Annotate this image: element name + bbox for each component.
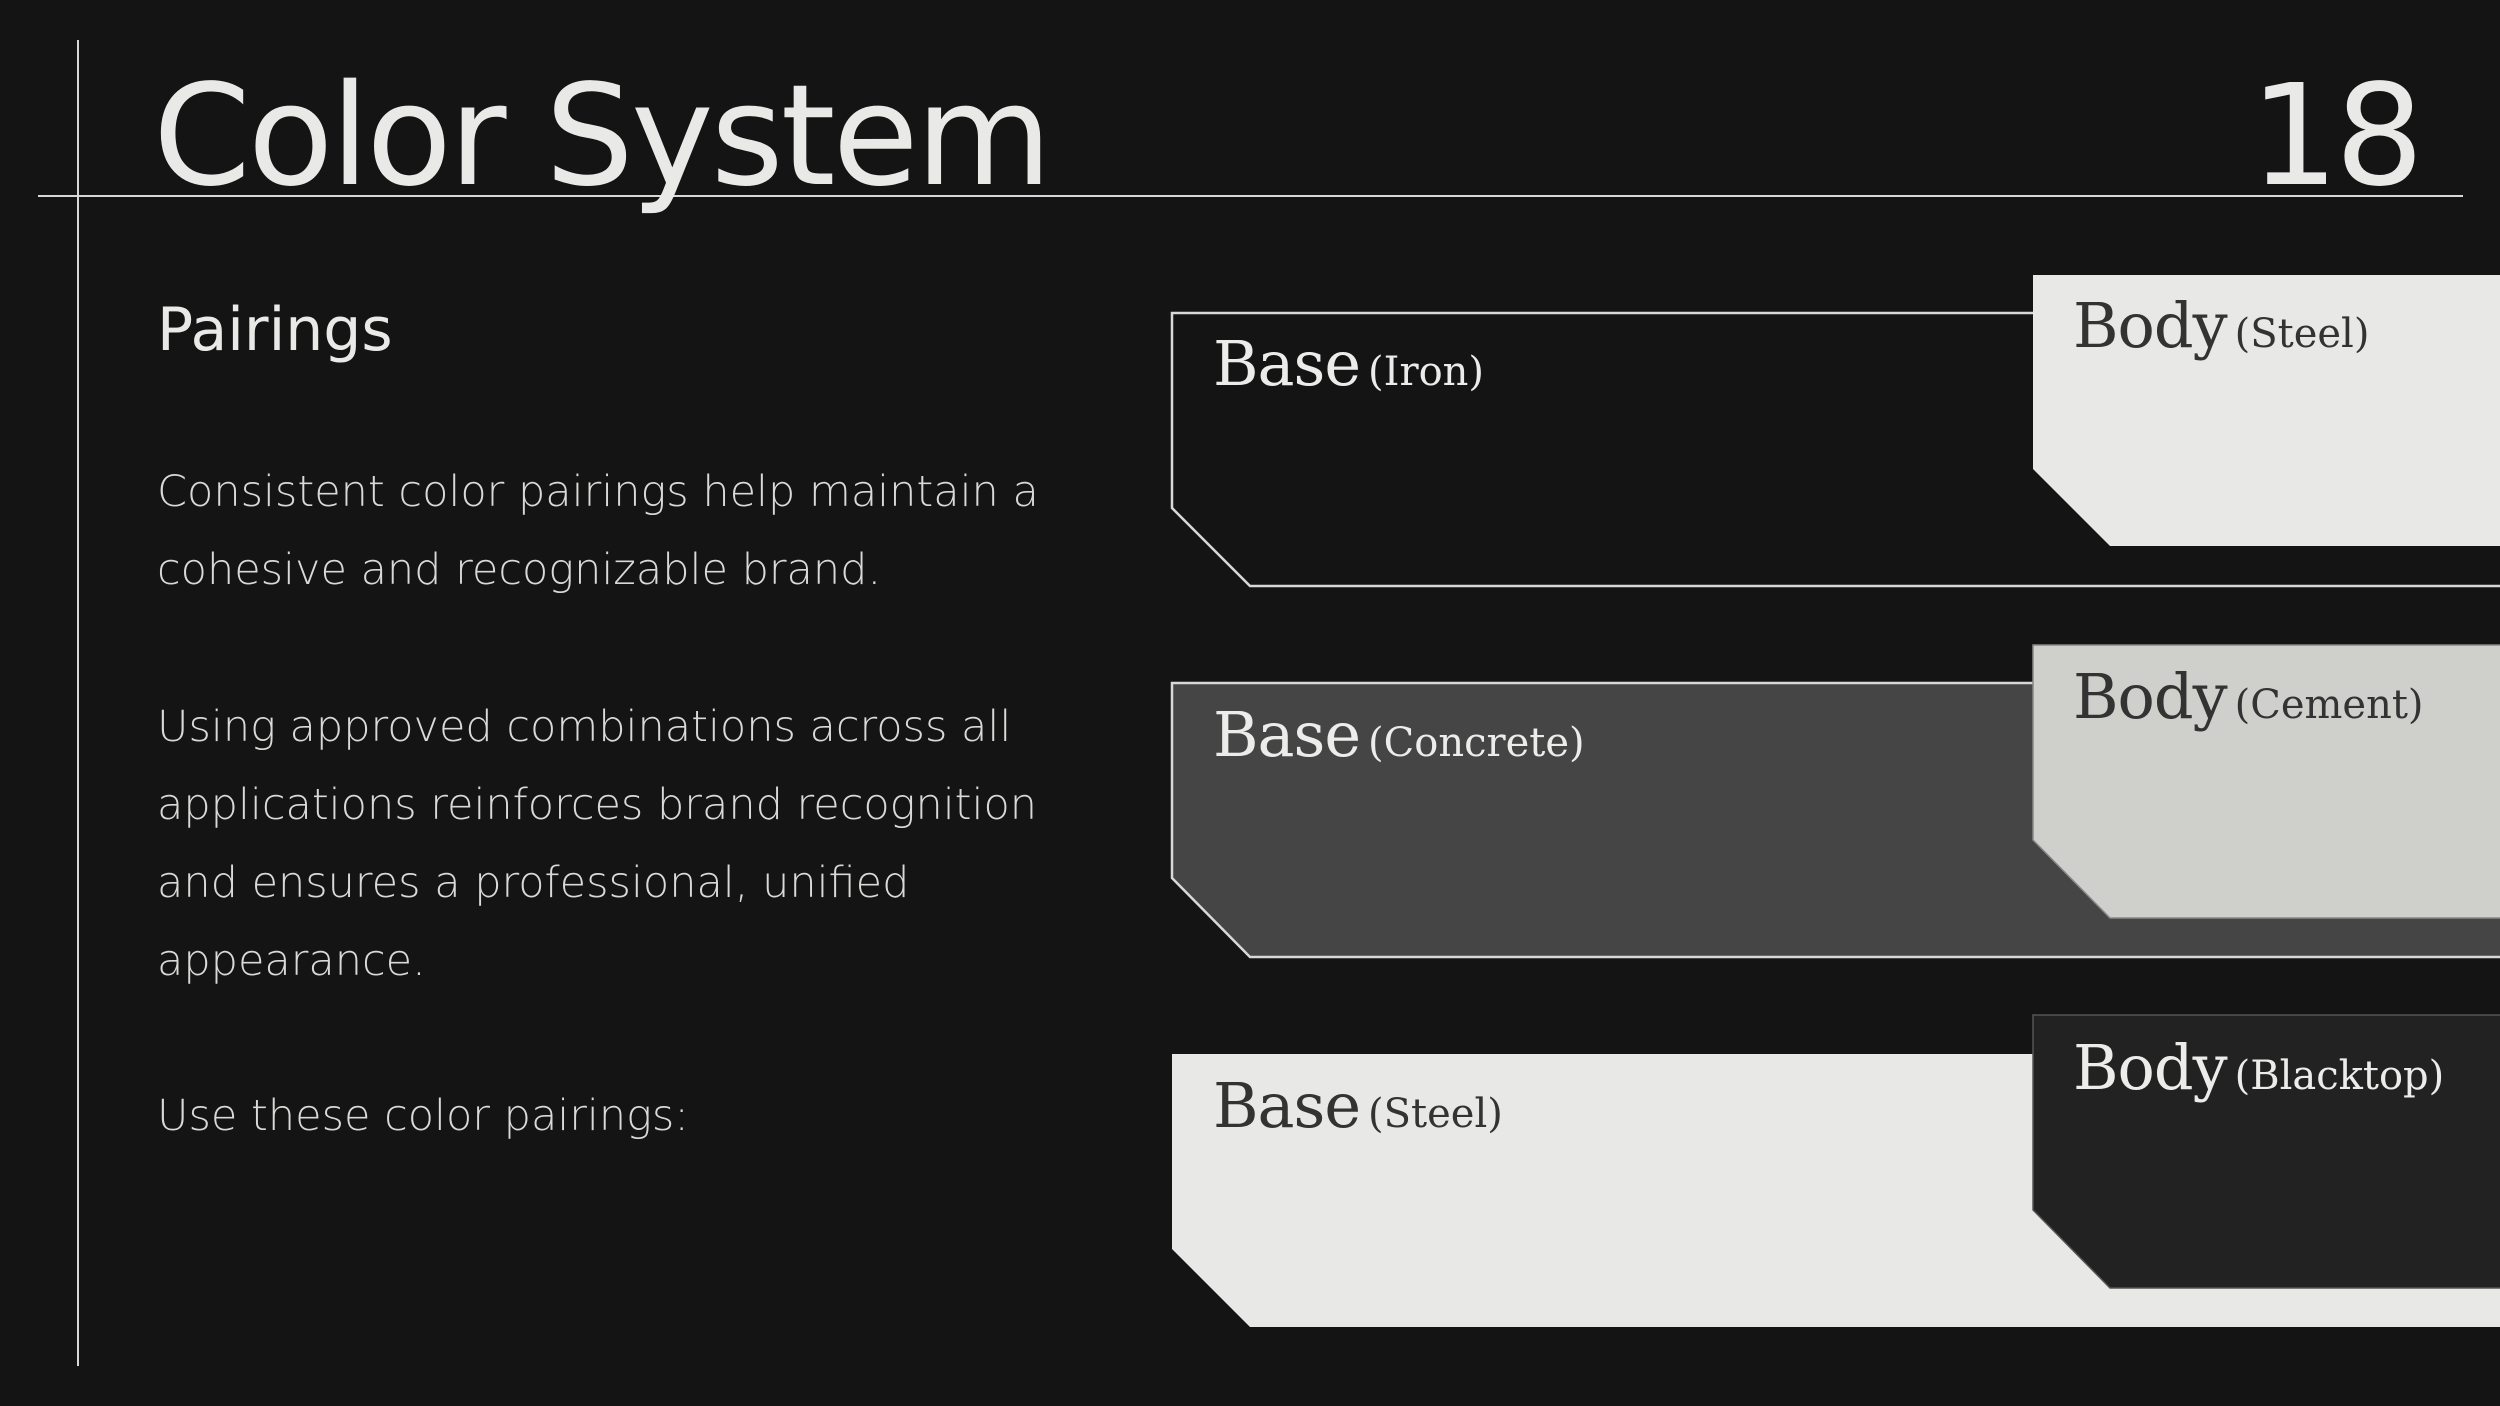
label-body-blacktop: Body (Blacktop) xyxy=(2073,1031,2444,1104)
label-base-iron: Base (Iron) xyxy=(1213,327,1484,400)
base-color-name: (Iron) xyxy=(1368,349,1485,395)
base-label-text: Base xyxy=(1213,698,1361,771)
base-label-text: Base xyxy=(1213,1069,1361,1142)
body-label-text: Body xyxy=(2073,660,2228,733)
body-label-text: Body xyxy=(2073,1031,2228,1104)
label-base-concrete: Base (Concrete) xyxy=(1213,698,1585,771)
body-label-text: Body xyxy=(2073,289,2228,362)
base-label-text: Base xyxy=(1213,327,1361,400)
body-color-name: (Blacktop) xyxy=(2234,1053,2445,1099)
body-color-name: (Cement) xyxy=(2234,682,2424,728)
pairings-swatches: Base (Iron) Body (Steel) Base (Concrete) Bo… xyxy=(0,0,2500,1406)
base-color-name: (Steel) xyxy=(1368,1091,1503,1137)
body-color-name: (Steel) xyxy=(2234,311,2370,357)
label-base-steel: Base (Steel) xyxy=(1213,1069,1503,1142)
label-body-cement: Body (Cement) xyxy=(2073,660,2424,733)
base-color-name: (Concrete) xyxy=(1368,720,1585,766)
label-body-steel: Body (Steel) xyxy=(2073,289,2369,362)
